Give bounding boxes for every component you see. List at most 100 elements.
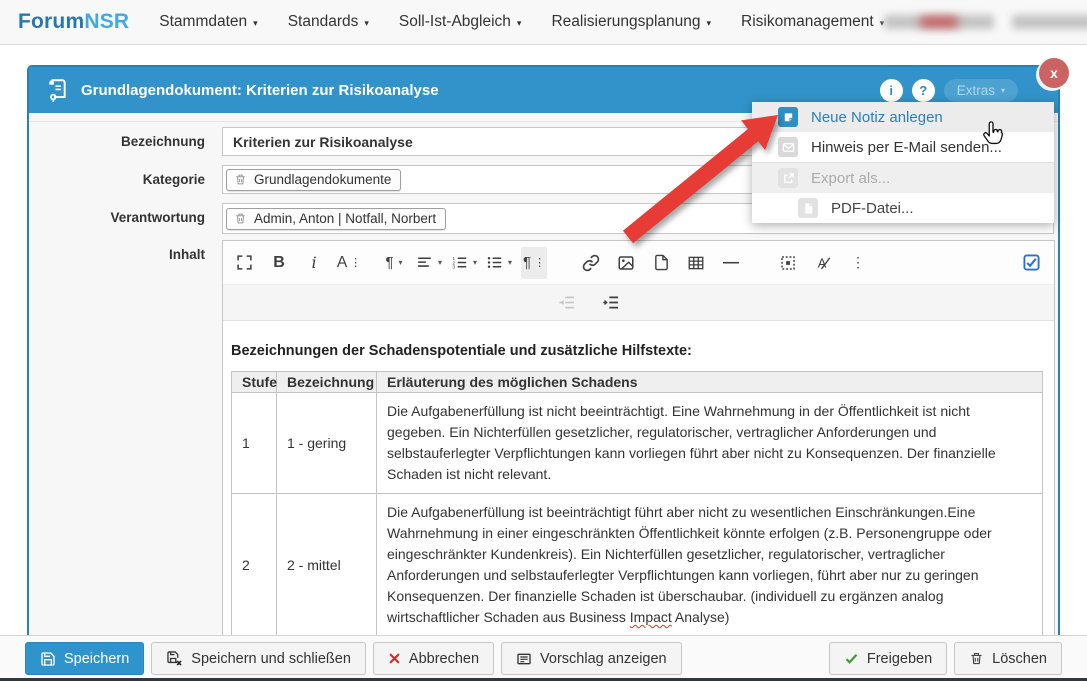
outdent-icon[interactable] (553, 287, 579, 319)
verantwortung-label: Verantwortung (29, 203, 205, 232)
button-label: Vorschlag anzeigen (540, 651, 667, 667)
cancel-x-icon (388, 652, 401, 665)
font-options-icon[interactable]: A⋮ (336, 247, 362, 279)
vorschlag-anzeigen-button[interactable]: Vorschlag anzeigen (501, 642, 682, 675)
button-label: Speichern (64, 651, 129, 667)
image-icon[interactable] (613, 247, 639, 279)
editor-checkbox[interactable] (1023, 254, 1040, 271)
save-icon (40, 651, 56, 667)
menu-item-email-hinweis[interactable]: Hinweis per E-Mail senden... (752, 132, 1054, 162)
cell-bezeichnung: 1 - gering (277, 393, 377, 494)
application-window: ForumNSR Stammdaten ▾ Standards▾ Soll-Ist… (0, 0, 1087, 681)
paragraph-format-icon[interactable]: ¶▾ (381, 247, 407, 279)
fullscreen-icon[interactable] (231, 247, 257, 279)
help-icon: ? (919, 83, 927, 98)
help-button[interactable]: ? (912, 79, 935, 102)
bezeichnung-label: Bezeichnung (29, 127, 205, 156)
menu-label: Stammdaten (159, 13, 247, 31)
speichern-und-schliessen-button[interactable]: Speichern und schließen (151, 642, 366, 675)
trash-icon[interactable] (234, 173, 247, 186)
list-icon (516, 651, 532, 667)
editor-toolbar-row2 (223, 285, 1054, 321)
chevron-down-icon: ▾ (707, 18, 712, 29)
logo-part2: NSR (84, 10, 129, 33)
loeschen-button[interactable]: Löschen (954, 642, 1062, 675)
chip-label: Grundlagendokumente (254, 172, 391, 187)
menu-item-label: Export als... (811, 170, 890, 187)
save-close-icon (166, 650, 183, 667)
scroll-document-icon (43, 77, 69, 103)
button-label: Abbrechen (409, 651, 479, 667)
cell-stufe: 2 (232, 494, 277, 637)
chevron-down-icon: ▾ (1001, 86, 1005, 95)
file-icon[interactable] (648, 247, 674, 279)
speichern-button[interactable]: Speichern (25, 642, 144, 675)
menu-label: Risikomanagement (741, 13, 874, 31)
user-area[interactable]: (ADMINISTRATOR) ▾ (884, 5, 1087, 39)
extras-label: Extras (957, 83, 995, 98)
table-icon[interactable] (683, 247, 709, 279)
chevron-down-icon: ▾ (253, 18, 258, 29)
italic-icon[interactable]: i (301, 247, 327, 279)
menu-item-label: Neue Notiz anlegen (811, 109, 943, 126)
ordered-list-icon[interactable]: 123▾ (451, 247, 477, 279)
chevron-down-icon: ▾ (364, 18, 369, 29)
indent-icon[interactable] (597, 287, 623, 319)
abbrechen-button[interactable]: Abbrechen (373, 642, 494, 675)
menu-item-export-als[interactable]: Export als... (752, 163, 1054, 193)
cell-stufe: 1 (232, 393, 277, 494)
button-label: Löschen (992, 651, 1047, 667)
cell-bezeichnung: 2 - mittel (277, 494, 377, 637)
cell-erlaeuterung: Die Aufgabenerfüllung ist beeinträchtigt… (377, 494, 1043, 637)
trash-icon[interactable] (234, 212, 247, 225)
extras-button[interactable]: Extras ▾ (944, 79, 1018, 102)
chevron-down-icon: ▾ (517, 18, 522, 29)
menu-item-neue-notiz[interactable]: Neue Notiz anlegen (752, 102, 1054, 132)
app-logo[interactable]: ForumNSR (18, 10, 129, 34)
special-container-icon[interactable] (775, 247, 801, 279)
chip-label: Admin, Anton | Notfall, Norbert (254, 211, 436, 226)
clear-formatting-icon[interactable]: A (810, 247, 836, 279)
menu-risikomanagement[interactable]: Risikomanagement▾ (741, 13, 884, 31)
editor-content-area[interactable]: Bezeichnungen der Schadenspotentiale und… (223, 321, 1054, 637)
unordered-list-icon[interactable]: ▾ (486, 247, 512, 279)
bold-icon[interactable]: B (266, 247, 292, 279)
menu-standards[interactable]: Standards▾ (288, 13, 369, 31)
kategorie-chip[interactable]: Grundlagendokumente (226, 169, 401, 191)
freigeben-button[interactable]: Freigeben (829, 642, 947, 675)
align-icon[interactable]: ▾ (416, 247, 442, 279)
inhalt-label: Inhalt (29, 240, 205, 269)
more-options-icon[interactable]: ⋮ (845, 247, 871, 279)
horizontal-rule-icon[interactable]: — (718, 247, 744, 279)
col-header-stufe: Stufe (232, 372, 277, 393)
extras-context-menu: Neue Notiz anlegen Hinweis per E-Mail se… (752, 102, 1054, 223)
trash-icon (969, 651, 984, 666)
paragraph-style-icon[interactable]: ¶⋮ (521, 247, 547, 279)
button-label: Speichern und schließen (191, 651, 351, 667)
close-icon: x (1050, 65, 1058, 81)
logo-part1: Forum (18, 10, 84, 33)
table-row: 2 2 - mittel Die Aufgabenerfüllung ist b… (232, 494, 1043, 637)
menu-soll-ist-abgleich[interactable]: Soll-Ist-Abgleich▾ (399, 13, 522, 31)
pdf-file-icon (798, 198, 818, 218)
menu-stammdaten[interactable]: Stammdaten ▾ (159, 13, 257, 31)
table-row: 1 1 - gering Die Aufgabenerfüllung ist n… (232, 393, 1043, 494)
schadenspotentiale-table: Stufe Bezeichnung Erläuterung des möglic… (231, 371, 1043, 637)
richtext-editor: B i A⋮ ¶▾ ▾ 123▾ ▾ ¶⋮ — A ⋮ (222, 240, 1055, 637)
menu-item-label: Hinweis per E-Mail senden... (811, 139, 1002, 156)
footer-right-buttons: Freigeben Löschen (829, 642, 1062, 675)
link-icon[interactable] (578, 247, 604, 279)
top-navbar: ForumNSR Stammdaten ▾ Standards▾ Soll-Ist… (0, 0, 1087, 45)
main-menu: Stammdaten ▾ Standards▾ Soll-Ist-Abgleich… (159, 13, 884, 31)
verantwortung-chip[interactable]: Admin, Anton | Notfall, Norbert (226, 208, 446, 230)
menu-item-pdf-datei[interactable]: PDF-Datei... (752, 193, 1054, 223)
close-button[interactable]: x (1039, 58, 1069, 88)
table-header-row: Stufe Bezeichnung Erläuterung des möglic… (232, 372, 1043, 393)
spellcheck-word: Impact (630, 609, 672, 625)
email-icon (778, 137, 798, 157)
footer-button-bar: Speichern Speichern und schließen Abbrec… (0, 635, 1087, 681)
menu-realisierungsplanung[interactable]: Realisierungsplanung▾ (551, 13, 711, 31)
cell-erlaeuterung: Die Aufgabenerfüllung ist nicht beeinträ… (377, 393, 1043, 494)
redacted-username (884, 13, 1087, 31)
info-button[interactable]: i (880, 79, 903, 102)
